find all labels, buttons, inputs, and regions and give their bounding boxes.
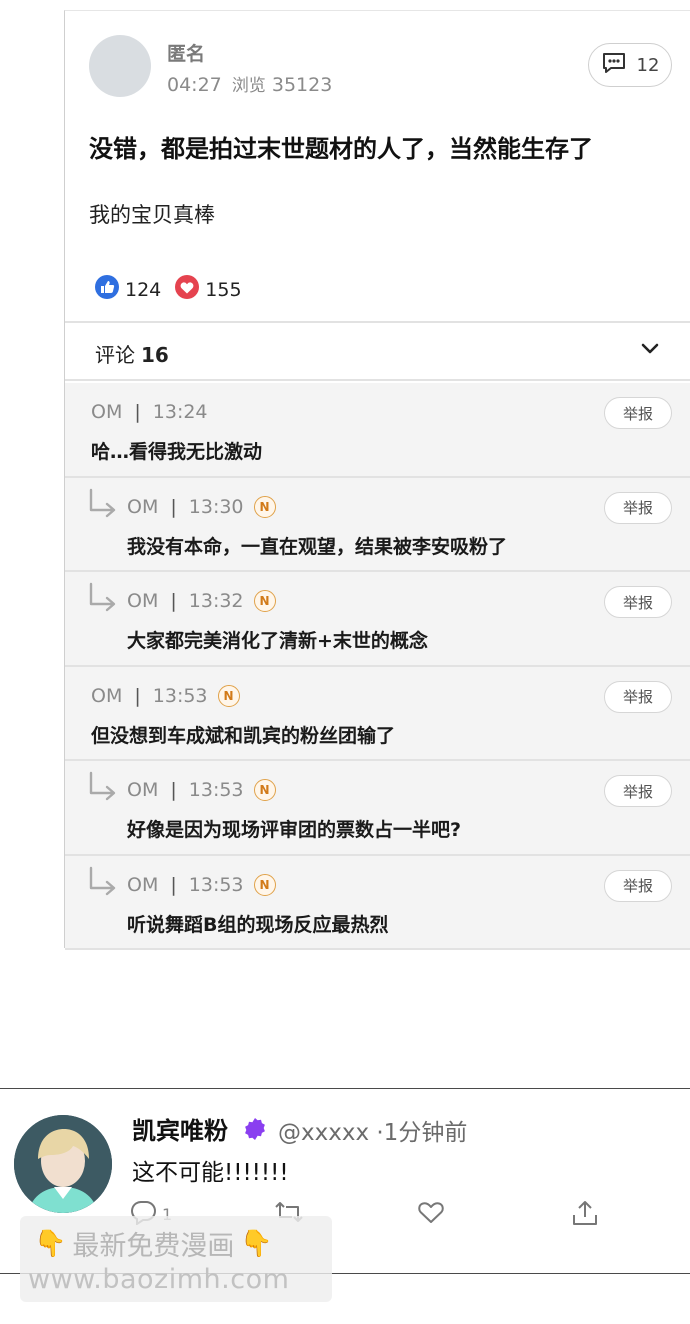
- tweet-time: ·1分钟前: [376, 1120, 468, 1146]
- tweet-author-name[interactable]: 凯宾唯粉: [132, 1111, 228, 1146]
- comment-count: 12: [636, 54, 660, 76]
- comments-title: 评论 16: [95, 339, 169, 368]
- comment-text: 哈…看得我无比激动: [91, 441, 263, 463]
- post-title: 没错，都是拍过末世题材的人了，当然能生存了: [89, 135, 593, 163]
- new-badge: N: [253, 590, 276, 612]
- heart-reaction[interactable]: 155: [175, 275, 242, 304]
- separator: |: [170, 873, 177, 896]
- comment-meta: OM | 13:53 N: [127, 873, 276, 896]
- comments-count: 16: [141, 343, 169, 367]
- comment-time: 13:24: [152, 401, 208, 423]
- tweet-meta: @xxxxx ·1分钟前: [278, 1113, 467, 1147]
- heart-outline-icon: [416, 1199, 446, 1229]
- comment-user[interactable]: OM: [127, 496, 158, 518]
- post-header: 匿名 04:27 浏览 35123 12: [89, 35, 672, 105]
- post-card: 匿名 04:27 浏览 35123 12 没错，都是拍过末世题材的人了，当然能生…: [64, 10, 690, 950]
- comment-time: 13:32: [188, 590, 244, 612]
- comment-text: 我没有本命，一直在观望，结果被李安吸粉了: [127, 535, 508, 558]
- report-button[interactable]: 举报: [604, 775, 672, 807]
- comment-user[interactable]: OM: [127, 779, 158, 801]
- report-button[interactable]: 举报: [604, 491, 672, 524]
- pointing-hand-icon: 👇: [34, 1228, 67, 1259]
- comment-meta: OM | 13:24: [91, 401, 208, 423]
- comment-user[interactable]: OM: [91, 401, 122, 423]
- heart-count: 155: [205, 278, 242, 301]
- post-author[interactable]: 匿名: [167, 39, 205, 66]
- comment-user[interactable]: OM: [127, 874, 158, 896]
- new-badge: N: [253, 873, 276, 896]
- separator: |: [134, 401, 141, 423]
- verified-badge-icon: [243, 1117, 267, 1141]
- comment-meta: OM | 13:53 N: [91, 684, 240, 707]
- views-label: 浏览: [231, 76, 266, 96]
- comment-text: 听说舞蹈B组的现场反应最热烈: [127, 913, 389, 936]
- comment-row: OM | 13:53 N 好像是因为现场评审团的票数占一半吧? 举报: [65, 761, 690, 856]
- avatar[interactable]: [89, 35, 151, 97]
- reply-arrow-icon: [87, 488, 119, 526]
- comment-row: OM | 13:53 N 但没想到车成斌和凯宾的粉丝团输了 举报: [65, 666, 690, 761]
- avatar[interactable]: [14, 1115, 112, 1213]
- post-body: 我的宝贝真棒: [89, 203, 215, 227]
- comment-meta: OM | 13:30 N: [127, 495, 276, 518]
- reply-arrow-icon: [87, 866, 119, 904]
- comment-time: 13:53: [152, 684, 208, 707]
- watermark-text: 最新免费漫画: [72, 1231, 235, 1262]
- comment-text: 好像是因为现场评审团的票数占一半吧?: [127, 819, 462, 841]
- comment-row: OM | 13:24 哈…看得我无比激动 举报: [65, 383, 690, 478]
- new-badge: N: [253, 779, 276, 801]
- views-count: 35123: [271, 74, 333, 96]
- comment-time: 13:53: [188, 779, 244, 801]
- report-button[interactable]: 举报: [604, 680, 672, 713]
- comment-user[interactable]: OM: [127, 590, 158, 612]
- thumbs-up-icon: [95, 275, 119, 304]
- comment-count-button[interactable]: 12: [588, 43, 672, 87]
- comment-row: OM | 13:32 N 大家都完美消化了清新+末世的概念 举报: [65, 572, 690, 667]
- pointing-hand-icon: 👇: [240, 1228, 273, 1259]
- comments-label: 评论: [95, 343, 135, 367]
- comment-list: OM | 13:24 哈…看得我无比激动 举报 OM | 13:30 N 我没有本命，一直在观望，…: [65, 383, 690, 950]
- watermark-line1: 👇 最新免费漫画 👇: [34, 1224, 273, 1263]
- separator: |: [170, 590, 177, 612]
- share-icon: [570, 1199, 600, 1231]
- new-badge: N: [217, 684, 240, 707]
- comment-row: OM | 13:53 N 听说舞蹈B组的现场反应最热烈 举报: [65, 855, 690, 950]
- watermark-url: www.baozimh.com: [28, 1264, 290, 1295]
- chevron-down-icon[interactable]: [640, 341, 660, 360]
- comment-text: 但没想到车成斌和凯宾的粉丝团输了: [91, 724, 396, 747]
- share-action[interactable]: [570, 1199, 600, 1231]
- comment-meta: OM | 13:53 N: [127, 779, 276, 801]
- heart-icon: [175, 275, 200, 304]
- like-reaction[interactable]: 124: [95, 275, 161, 304]
- comment-time: 13:30: [188, 495, 244, 518]
- comment-row: OM | 13:30 N 我没有本命，一直在观望，结果被李安吸粉了 举报: [65, 477, 690, 572]
- tweet-handle[interactable]: @xxxxx: [278, 1120, 369, 1146]
- comment-bubble-icon: [601, 51, 627, 80]
- separator: |: [134, 684, 141, 707]
- comment-user[interactable]: OM: [91, 685, 122, 707]
- separator: |: [170, 495, 177, 518]
- reply-arrow-icon: [87, 771, 119, 809]
- post-meta: 04:27 浏览 35123: [167, 71, 332, 96]
- like-action[interactable]: [416, 1199, 446, 1229]
- comment-text: 大家都完美消化了清新+末世的概念: [127, 630, 428, 652]
- reply-arrow-icon: [87, 582, 119, 620]
- report-button[interactable]: 举报: [604, 869, 672, 902]
- post-time: 04:27: [167, 74, 222, 96]
- watermark: 👇 最新免费漫画 👇 www.baozimh.com: [20, 1216, 332, 1302]
- tweet-text: 这不可能!!!!!!!: [132, 1160, 289, 1186]
- reactions: 124 155: [95, 275, 242, 304]
- like-count: 124: [125, 278, 162, 301]
- separator: |: [170, 779, 177, 801]
- comment-meta: OM | 13:32 N: [127, 590, 276, 612]
- report-button[interactable]: 举报: [604, 397, 672, 429]
- new-badge: N: [253, 495, 276, 518]
- comments-header[interactable]: 评论 16: [65, 321, 690, 381]
- report-button[interactable]: 举报: [604, 586, 672, 618]
- comment-time: 13:53: [188, 873, 244, 896]
